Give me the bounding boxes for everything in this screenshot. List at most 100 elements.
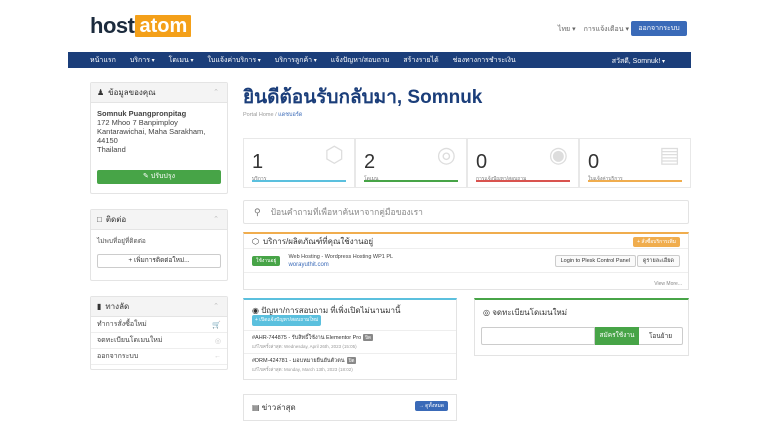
your-info-title: ข้อมูลของคุณ [108,88,156,97]
active-products-panel: ⬡ บริการ/ผลิตภัณฑ์ที่คุณใช้งานอยู่ + สั่… [243,232,689,290]
comments-icon: ◉ [252,306,259,315]
cart-icon: 🛒 [212,321,221,329]
breadcrumb-current: แดชบอร์ด [278,112,303,118]
kb-search: ⚲ [243,200,689,224]
update-button-label: ปรับปรุง [150,173,176,180]
folder-icon: □ [97,215,102,224]
logout-button[interactable]: ออกจากระบบ [631,21,687,36]
contacts-title: ติดต่อ [105,215,127,224]
notifications-dropdown[interactable]: การแจ้งเตือน ▾ [584,24,629,35]
domain-input[interactable] [481,327,595,345]
plesk-login-button[interactable]: Login to Plesk Control Panel [554,255,636,267]
register-domain-title: จดทะเบียนโดเมนใหม่ [492,308,568,317]
latest-news-header: ▤ ข่าวล่าสุด → ดูทั้งหมด [244,395,456,420]
stat-services[interactable]: 1 บริการ ⬡ [243,138,355,188]
recent-tickets-panel: ◉ ปัญหา/การสอบถาม ที่เพิ่งเปิดไม่นานมานี… [243,298,457,380]
language-label: ไทย [557,26,571,33]
breadcrumb-home[interactable]: Portal Home [243,112,274,118]
ticket-row[interactable]: #DRM-424781 - มอบหมายยืนยันตัวตน ปิด แก้ไ… [244,353,456,376]
view-details-button[interactable]: ดูรายละเอียด [636,255,680,267]
nav-open-ticket[interactable]: แจ้งปัญหา/สอบถาม [331,55,390,66]
view-all-news-button[interactable]: → ดูทั้งหมด [414,401,448,411]
stat-value: 2 [364,151,376,173]
nav-services[interactable]: บริการ [130,55,155,66]
active-products-header: ⬡ บริการ/ผลิตภัณฑ์ที่คุณใช้งานอยู่ + สั่… [244,234,688,249]
top-header: host atom ไทย ▾ การแจ้งเตือน ▾ ออกจากระบบ [0,0,759,50]
nav-affiliates[interactable]: สร้างรายได้ [403,55,438,66]
ticket-meta: แก้ไขครั้งล่าสุด: Wednesday, April 26th,… [252,344,357,349]
chevron-up-icon[interactable]: ⌃ [213,215,219,223]
globe-icon: ◎ [214,337,221,345]
notifications-label: การแจ้งเตือน [583,26,624,33]
stat-value: 0 [476,151,488,173]
stat-value: 1 [252,151,264,173]
logo-atom-text: atom [135,15,192,37]
nav-payment-channels[interactable]: ช่องทางการชำระเงิน [453,55,516,66]
open-ticket-button[interactable]: + เปิดแจ้งปัญหา/สอบถามใหม่ [252,315,322,326]
new-contact-button[interactable]: + เพิ่มการติดต่อใหม่... [97,254,221,268]
bookmark-icon: ▮ [97,302,102,311]
page-title: ยินดีต้อนรับกลับมา, Somnuk [243,87,483,108]
language-dropdown[interactable]: ไทย ▾ [558,24,576,35]
stat-invoices[interactable]: 0 ใบแจ้งค่าบริการ ▤ [579,138,691,188]
stat-tickets[interactable]: 0 การแจ้งปัญหา/สอบถาม ◉ [467,138,579,188]
arrow-left-icon: ← [214,353,221,360]
contacts-body: ไม่พบที่อยู่ที่ติดต่อ + เพิ่มการติดต่อให… [91,230,227,274]
address-block: Somnuk Puangpronpitag 172 Mhoo 7 Banpimp… [91,103,227,160]
ticket-row[interactable]: #AHR-744875 - รับสิทธิ์ใช้งาน Elementor … [244,330,456,353]
chevron-up-icon[interactable]: ⌃ [213,302,219,310]
register-domain-header: ◎ จดทะเบียนโดเมนใหม่ [475,300,688,325]
shortcuts-title: ทางลัด [105,302,130,311]
service-name: Web Hosting - Wordpress Hosting WP1 PL [288,253,394,260]
logo-host-text: host [90,13,135,38]
postcode: 44150 [97,136,118,145]
your-info-panel: ♟ ข้อมูลของคุณ ⌃ Somnuk Puangpronpitag 1… [90,82,228,194]
nav-home[interactable]: หน้าแรก [90,55,116,66]
pencil-icon: ✎ [142,173,149,180]
shortcuts-header[interactable]: ▮ ทางลัด ⌃ [91,297,227,317]
stat-domains[interactable]: 2 โดเมน ◎ [355,138,467,188]
nav-domains[interactable]: โดเมน [169,55,194,66]
shortcut-logout[interactable]: ออกจากระบบ ← [91,349,227,365]
recent-tickets-header: ◉ ปัญหา/การสอบถาม ที่เพิ่งเปิดไม่นานมานี… [244,300,456,330]
contacts-header[interactable]: □ ติดต่อ ⌃ [91,210,227,230]
nav-support[interactable]: บริการลูกค้า [275,55,317,66]
nav-billing[interactable]: ใบแจ้งค่าบริการ [207,55,260,66]
stat-bar [588,180,682,182]
shortcut-label: ออกจากระบบ [97,353,139,360]
top-links: ไทย ▾ การแจ้งเตือน ▾ [558,24,629,35]
shortcut-label: ทำการสั่งซื้อใหม่ [97,321,147,328]
latest-news-title: ข่าวล่าสุด [261,403,296,412]
register-button[interactable]: สมัครใช้งาน [595,327,639,345]
search-icon: ⚲ [254,206,261,217]
active-products-title: บริการ/ผลิตภัณฑ์ที่คุณใช้งานอยู่ [262,236,374,246]
domain-search-form: สมัครใช้งาน โอนย้าย [481,327,683,345]
shortcut-label: จดทะเบียนโดเมนใหม่ [97,337,163,344]
chevron-up-icon[interactable]: ⌃ [213,88,219,96]
shortcut-register-domain[interactable]: จดทะเบียนโดเมนใหม่ ◎ [91,333,227,349]
account-menu[interactable]: สวัสดี, Somnuk! [612,56,665,67]
your-info-header[interactable]: ♟ ข้อมูลของคุณ ⌃ [91,83,227,103]
view-more-link[interactable]: View More... [654,281,682,287]
service-info: Web Hosting - Wordpress Hosting WP1 PL w… [288,253,393,269]
shortcut-order-new[interactable]: ทำการสั่งซื้อใหม่ 🛒 [91,317,227,333]
globe-icon: ◎ [483,308,490,317]
contacts-panel: □ ติดต่อ ⌃ ไม่พบที่อยู่ที่ติดต่อ + เพิ่ม… [90,209,228,281]
client-name: Somnuk Puangpronpitag [97,109,187,118]
logo[interactable]: host atom [90,13,192,38]
product-row: ใช้งานอยู่ Web Hosting - Wordpress Hosti… [244,249,688,273]
address-line-1: 172 Mhoo 7 Banpimploy [97,118,178,127]
service-domain[interactable]: worayuthit.com [288,261,393,269]
status-badge: ใช้งานอยู่ [252,255,281,266]
cube-icon: ⬡ [324,142,344,167]
update-button[interactable]: ✎ ปรับปรุง [97,170,221,184]
order-more-button[interactable]: + สั่งซื้อบริการเพิ่ม [633,237,680,247]
ticket-status-tag: ปิด [346,357,357,364]
ticket-meta: แก้ไขครั้งล่าสุด: Monday, March 13th, 20… [252,367,353,372]
main-navbar: หน้าแรก บริการ โดเมน ใบแจ้งค่าบริการ บริ… [68,52,691,68]
kb-search-input[interactable] [270,207,651,217]
transfer-button[interactable]: โอนย้าย [639,327,683,345]
newspaper-icon: ▤ [252,403,260,412]
register-domain-panel: ◎ จดทะเบียนโดเมนใหม่ สมัครใช้งาน โอนย้าย [474,298,689,356]
breadcrumb: Portal Home / แดชบอร์ด [243,111,302,119]
